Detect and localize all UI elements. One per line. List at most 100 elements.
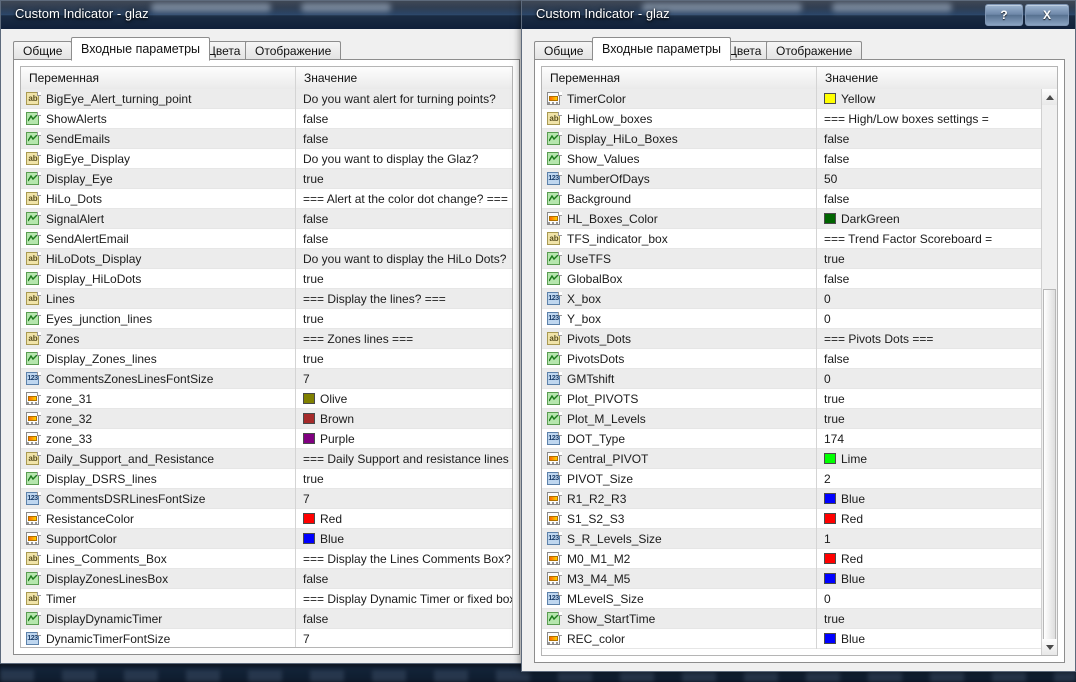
parameter-name-cell[interactable]: zone_33 (21, 428, 296, 449)
parameter-name-cell[interactable]: UseTFS (542, 248, 817, 269)
parameter-value-cell[interactable]: false (817, 349, 1057, 369)
parameter-value-cell[interactable]: Red (296, 509, 512, 529)
table-row[interactable]: ab Pivots_Dots === Pivots Dots === (542, 328, 1057, 349)
parameter-value-cell[interactable]: === High/Low boxes settings = (817, 109, 1057, 129)
table-row[interactable]: Display_Zones_lines true (21, 348, 512, 369)
table-row[interactable]: REC_color Blue (542, 628, 1057, 649)
table-row[interactable]: Display_Eye true (21, 168, 512, 189)
parameter-name-cell[interactable]: Eyes_junction_lines (21, 308, 296, 329)
parameter-value-cell[interactable]: 1 (817, 529, 1057, 549)
table-row[interactable]: Show_Values false (542, 148, 1057, 169)
table-row[interactable]: ShowAlerts false (21, 108, 512, 129)
table-row[interactable]: 123 DOT_Type 174 (542, 428, 1057, 449)
parameter-value-cell[interactable]: Brown (296, 409, 512, 429)
parameter-value-cell[interactable]: 0 (817, 309, 1057, 329)
parameter-value-cell[interactable]: 7 (296, 369, 512, 389)
parameter-value-cell[interactable]: Red (817, 509, 1057, 529)
parameter-value-cell[interactable]: === Display the Lines Comments Box? = (296, 549, 512, 569)
tab-input-parameters-right[interactable]: Входные параметры (592, 37, 732, 61)
left-grid-rows[interactable]: ab BigEye_Alert_turning_point Do you want … (21, 89, 512, 647)
parameter-name-cell[interactable]: M0_M1_M2 (542, 548, 817, 569)
parameter-value-cell[interactable]: true (296, 469, 512, 489)
table-row[interactable]: 123 Y_box 0 (542, 308, 1057, 329)
parameter-name-cell[interactable]: 123 CommentsDSRLinesFontSize (21, 488, 296, 509)
table-row[interactable]: Eyes_junction_lines true (21, 308, 512, 329)
parameter-value-cell[interactable]: Purple (296, 429, 512, 449)
parameter-name-cell[interactable]: TimerColor (542, 89, 817, 109)
parameter-name-cell[interactable]: 123 X_box (542, 288, 817, 309)
table-row[interactable]: zone_31 Olive (21, 388, 512, 409)
parameter-name-cell[interactable]: SupportColor (21, 528, 296, 549)
close-button[interactable]: X (1025, 4, 1069, 26)
parameter-name-cell[interactable]: R1_R2_R3 (542, 488, 817, 509)
parameter-value-cell[interactable]: 0 (817, 589, 1057, 609)
right-parameters-grid[interactable]: Переменная Значение TimerColor Yellow ab Hi… (541, 66, 1058, 656)
parameter-value-cell[interactable]: false (817, 269, 1057, 289)
parameter-name-cell[interactable]: SendAlertEmail (21, 228, 296, 249)
parameter-name-cell[interactable]: 123 Y_box (542, 308, 817, 329)
parameter-value-cell[interactable]: true (296, 169, 512, 189)
parameter-value-cell[interactable]: 0 (817, 369, 1057, 389)
parameter-name-cell[interactable]: 123 DynamicTimerFontSize (21, 628, 296, 647)
parameter-value-cell[interactable]: Olive (296, 389, 512, 409)
table-row[interactable]: M0_M1_M2 Red (542, 548, 1057, 569)
scrollbar-thumb[interactable] (1043, 289, 1056, 644)
parameter-value-cell[interactable]: true (817, 389, 1057, 409)
parameter-name-cell[interactable]: ab BigEye_Alert_turning_point (21, 89, 296, 109)
parameter-name-cell[interactable]: HL_Boxes_Color (542, 208, 817, 229)
parameter-name-cell[interactable]: S1_S2_S3 (542, 508, 817, 529)
table-row[interactable]: 123 DynamicTimerFontSize 7 (21, 628, 512, 647)
table-row[interactable]: ab HiLoDots_Display Do you want to display… (21, 248, 512, 269)
table-row[interactable]: UseTFS true (542, 248, 1057, 269)
parameter-value-cell[interactable]: false (296, 609, 512, 629)
parameter-value-cell[interactable]: true (817, 609, 1057, 629)
table-row[interactable]: ab Daily_Support_and_Resistance === Daily … (21, 448, 512, 469)
tab-general-left[interactable]: Общие (13, 41, 73, 59)
table-row[interactable]: Display_HiLoDots true (21, 268, 512, 289)
parameter-value-cell[interactable]: === Daily Support and resistance lines = (296, 449, 512, 469)
table-row[interactable]: Plot_M_Levels true (542, 408, 1057, 429)
parameter-name-cell[interactable]: 123 PIVOT_Size (542, 468, 817, 489)
parameter-value-cell[interactable]: === Pivots Dots === (817, 329, 1057, 349)
tab-general-right[interactable]: Общие (534, 41, 594, 59)
parameter-value-cell[interactable]: true (817, 249, 1057, 269)
parameter-name-cell[interactable]: Show_Values (542, 148, 817, 169)
parameter-value-cell[interactable]: false (817, 149, 1057, 169)
parameter-name-cell[interactable]: M3_M4_M5 (542, 568, 817, 589)
table-row[interactable]: 123 CommentsDSRLinesFontSize 7 (21, 488, 512, 509)
parameter-name-cell[interactable]: zone_32 (21, 408, 296, 429)
help-button[interactable]: ? (985, 4, 1023, 26)
table-row[interactable]: 123 NumberOfDays 50 (542, 168, 1057, 189)
tab-display-right[interactable]: Отображение (766, 41, 863, 59)
parameter-value-cell[interactable]: 2 (817, 469, 1057, 489)
parameter-name-cell[interactable]: 123 NumberOfDays (542, 168, 817, 189)
parameter-value-cell[interactable]: Blue (817, 569, 1057, 589)
table-row[interactable]: SendAlertEmail false (21, 228, 512, 249)
table-row[interactable]: S1_S2_S3 Red (542, 508, 1057, 529)
table-row[interactable]: ab HighLow_boxes === High/Low boxes settin… (542, 108, 1057, 129)
table-row[interactable]: 123 CommentsZonesLinesFontSize 7 (21, 368, 512, 389)
parameter-value-cell[interactable]: Lime (817, 449, 1057, 469)
parameter-name-cell[interactable]: Plot_PIVOTS (542, 388, 817, 409)
table-row[interactable]: 123 MLevelS_Size 0 (542, 588, 1057, 609)
parameter-value-cell[interactable]: false (296, 229, 512, 249)
table-row[interactable]: ab Timer === Display Dynamic Timer or fixe… (21, 588, 512, 609)
parameter-name-cell[interactable]: 123 GMTshift (542, 368, 817, 389)
parameter-name-cell[interactable]: ab Lines (21, 288, 296, 309)
parameter-value-cell[interactable]: false (296, 129, 512, 149)
parameter-value-cell[interactable]: Do you want alert for turning points? (296, 89, 512, 109)
parameter-value-cell[interactable]: Blue (817, 629, 1057, 649)
table-row[interactable]: 123 GMTshift 0 (542, 368, 1057, 389)
parameter-name-cell[interactable]: ab TFS_indicator_box (542, 228, 817, 249)
parameter-name-cell[interactable]: Display_HiLo_Boxes (542, 128, 817, 149)
table-row[interactable]: zone_32 Brown (21, 408, 512, 429)
parameter-value-cell[interactable]: === Zones lines === (296, 329, 512, 349)
parameter-name-cell[interactable]: ShowAlerts (21, 108, 296, 129)
parameter-value-cell[interactable]: 174 (817, 429, 1057, 449)
table-row[interactable]: 123 S_R_Levels_Size 1 (542, 528, 1057, 549)
parameter-value-cell[interactable]: true (296, 309, 512, 329)
table-row[interactable]: Central_PIVOT Lime (542, 448, 1057, 469)
parameter-value-cell[interactable]: false (817, 129, 1057, 149)
parameter-value-cell[interactable]: Blue (817, 489, 1057, 509)
parameter-name-cell[interactable]: 123 DOT_Type (542, 428, 817, 449)
